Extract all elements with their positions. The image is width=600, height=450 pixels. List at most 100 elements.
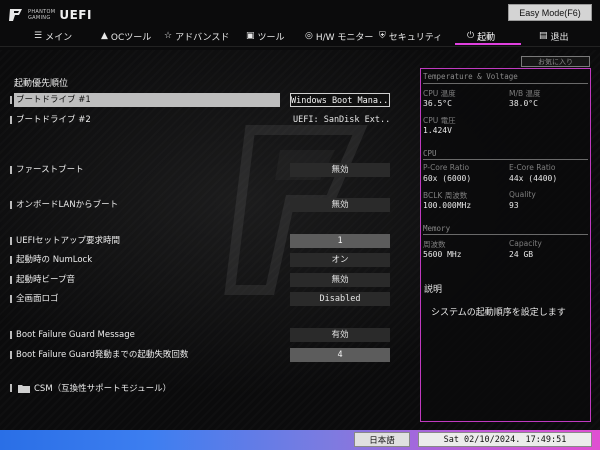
row-marker [10,256,12,264]
setting-fast-boot[interactable]: ファーストブート 無効 [10,163,410,177]
ecore-ratio-label: E-Core Ratio [509,163,556,172]
cpu-temp-label: CPU 温度 [423,89,456,98]
row-marker [10,276,12,284]
pcore-ratio-label: P-Core Ratio [423,163,470,172]
pcore-ratio-value: 60x (6000) [423,174,472,183]
monitor-gauge-icon: ◎ [305,31,313,41]
row-marker [10,384,12,392]
mb-temp-value: 38.0°C [509,99,538,108]
active-tab-indicator [455,43,521,45]
setting-value[interactable]: 無効 [290,163,390,177]
brand-text: PHANTOM GAMING [28,9,55,21]
tab-label: 起動 [477,32,496,43]
brand-line2: GAMING [28,15,51,21]
tab-advanced[interactable]: ☆ アドバンスド [164,27,229,45]
row-marker [10,237,12,245]
brand-logo: PHANTOM GAMING UEFI [8,6,92,24]
setting-full-screen-logo[interactable]: 全画面ロゴ Disabled [10,292,410,306]
tab-oc-tweaker[interactable]: ▲ OCツール [101,27,151,45]
cpu-volt-label: CPU 電圧 [423,116,456,125]
panel-divider [423,234,588,235]
csm-label: CSM（互換性サポートモジュール） [34,384,172,394]
info-panel: Temperature & Voltage CPU 温度 36.5°C M/B … [420,68,591,422]
tab-label: H/W モニター [315,32,374,43]
setting-label: 起動時の NumLock [16,255,93,265]
setting-value[interactable]: 無効 [290,273,390,287]
mem-capacity-label: Capacity [509,239,542,248]
setting-boot-failure-guard-message[interactable]: Boot Failure Guard Message 有効 [10,328,410,342]
setting-label: UEFIセットアップ要求時間 [16,236,120,246]
quality-label: Quality [509,190,536,199]
setting-boot-from-onboard-lan[interactable]: オンボードLANからブート 無効 [10,198,410,212]
setting-label: ブートドライブ #1 [16,95,91,105]
list-icon: ☰ [34,31,43,41]
star-icon: ☆ [164,31,173,41]
setting-label: Boot Failure Guard発動までの起動失敗回数 [16,350,189,360]
setting-value[interactable]: UEFI: SanDisk Ext... [290,113,390,127]
tab-main[interactable]: ☰ メイン [34,27,72,45]
setting-value[interactable]: 有効 [290,328,390,342]
brand-uefi: UEFI [59,8,92,22]
setting-boot-beep[interactable]: 起動時ビープ音 無効 [10,273,410,287]
tab-exit[interactable]: ▤ 退出 [539,27,569,45]
quality-value: 93 [509,201,519,210]
setting-value[interactable]: 1 [290,234,390,248]
row-marker [10,331,12,339]
tab-label: 退出 [550,32,569,43]
tab-label: メイン [45,32,73,43]
setting-label: 起動時ビープ音 [16,275,75,285]
description-title: 説明 [424,285,443,295]
folder-icon [18,384,30,393]
cpu-temp-value: 36.5°C [423,99,452,108]
setting-setup-prompt-timeout[interactable]: UEFIセットアップ要求時間 1 [10,234,410,248]
cpu-header: CPU [423,149,437,158]
row-marker [10,295,12,303]
setting-value[interactable]: Disabled [290,292,390,306]
cpu-volt-value: 1.424V [423,126,452,135]
temp-voltage-header: Temperature & Voltage [423,72,518,81]
shield-icon: ⛨ [379,31,386,41]
description-text: システムの起動順序を設定します [431,308,566,318]
exit-icon: ▤ [539,31,548,41]
tab-label: アドバンスド [175,32,230,43]
setting-value[interactable]: Windows Boot Mana... [290,93,390,107]
panel-divider [423,159,588,160]
setting-label: ブートドライブ #2 [16,115,91,125]
favorite-button[interactable]: お気に入り [521,56,590,67]
setting-value[interactable]: オン [290,253,390,267]
briefcase-icon: ▣ [246,31,255,41]
tab-label: OCツール [110,32,152,43]
mem-freq-value: 5600 MHz [423,250,462,259]
row-marker [10,96,12,104]
ecore-ratio-value: 44x (4400) [509,174,558,183]
tab-hw-monitor[interactable]: ◎ H/W モニター [305,27,373,45]
language-button[interactable]: 日本語 [354,432,410,447]
setting-boot-option-2[interactable]: ブートドライブ #2 UEFI: SanDisk Ext... [10,113,410,127]
tab-label: セキュリティ [388,32,443,43]
setting-boot-option-1[interactable]: ブートドライブ #1 Windows Boot Mana... [10,93,410,107]
setting-label: Boot Failure Guard Message [16,330,135,340]
tab-tools[interactable]: ▣ ツール [246,27,285,45]
nav-divider [0,46,600,47]
csm-submenu[interactable]: CSM（互換性サポートモジュール） [10,381,171,395]
tab-label: ツール [257,32,285,43]
row-marker [10,201,12,209]
mb-temp-label: M/B 温度 [509,89,541,98]
tab-security[interactable]: ⛨ セキュリティ [379,27,442,45]
row-marker [10,116,12,124]
easy-mode-button[interactable]: Easy Mode(F6) [508,4,592,21]
mem-freq-label: 周波数 [423,240,446,249]
setting-boot-failure-guard-count[interactable]: Boot Failure Guard発動までの起動失敗回数 4 [10,348,410,362]
power-icon: ⏻ [467,31,475,41]
memory-header: Memory [423,224,451,233]
phantom-gaming-logo-icon [9,9,22,21]
mem-capacity-value: 24 GB [509,250,534,259]
bclk-label: BCLK 周波数 [423,191,468,200]
bclk-value: 100.000MHz [423,201,472,210]
setting-value[interactable]: 無効 [290,198,390,212]
row-marker [10,351,12,359]
setting-bootup-numlock[interactable]: 起動時の NumLock オン [10,253,410,267]
setting-value[interactable]: 4 [290,348,390,362]
setting-label: オンボードLANからブート [16,200,119,210]
row-marker [10,166,12,174]
